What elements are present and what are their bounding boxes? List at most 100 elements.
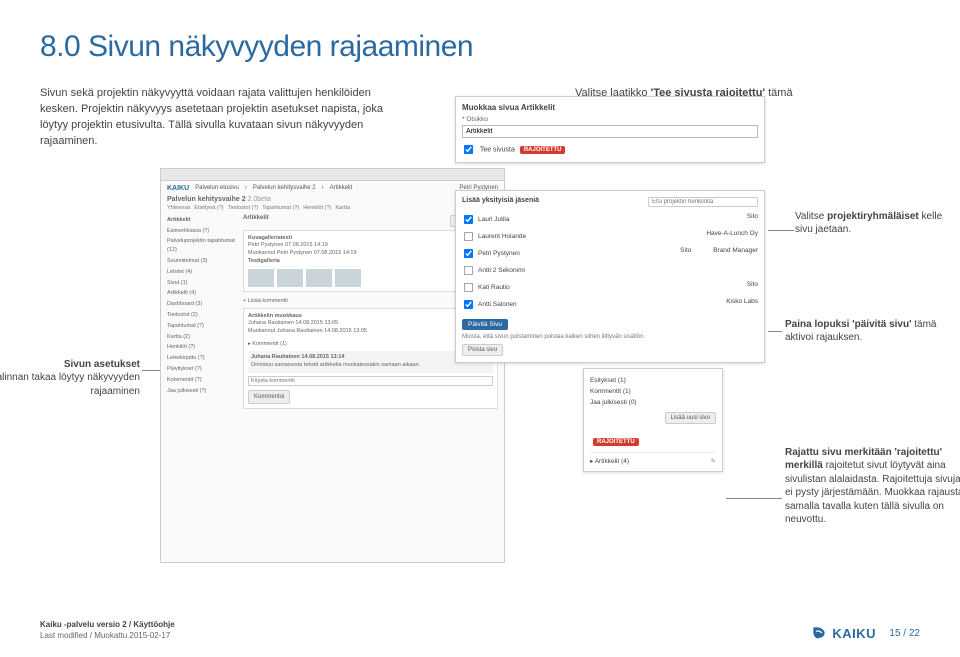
pages-list-row[interactable]: Kommentit (1) (590, 386, 716, 397)
footer-modified: Last modified / Muokattu 2015-02-17 (40, 631, 170, 640)
member-row[interactable]: Lauri JutilaSito (462, 211, 758, 228)
card-byline: Juhana Rautiainen 14.08.2015 13:05 (248, 320, 338, 326)
ann-text: Valitse (795, 211, 827, 222)
breadcrumb: Palvelun kehitysvaihe 2 (253, 185, 316, 192)
tab[interactable]: Kartta (335, 205, 350, 211)
card-modified: Muokannut Petri Pystynen 07.08.2015 14:1… (248, 250, 357, 256)
comment-text: Onnistuu samaisesta tekstit artikkelia m… (251, 362, 420, 368)
sidebar-item[interactable]: Palveluprojektin tapahtumat (12) (167, 236, 237, 256)
member-row[interactable]: Kati Rautio Sito (462, 279, 758, 296)
annotation-restricted: Rajattu sivu merkitään 'rajoitettu' merk… (785, 446, 960, 527)
footer-left: Kaiku -palvelu versio 2 / Käyttöohje Las… (40, 619, 175, 641)
project-version: 2.0beta (248, 196, 271, 203)
member-row[interactable]: Laurent Holande Have-A-Lunch Oy (462, 228, 758, 245)
edit-icon[interactable]: ✎ (711, 457, 716, 465)
card-subtitle: Testigalleria (248, 258, 280, 264)
sidebar-item[interactable]: Kartta (2) (167, 332, 237, 343)
member-extra: Brand Manager (713, 247, 758, 254)
content-heading: Artikkelit (243, 215, 269, 227)
tab[interactable]: Henkilöt (?) (303, 205, 331, 211)
member-search-input[interactable] (648, 197, 758, 207)
footer-product: Kaiku -palvelu versio 2 / Käyttöohje (40, 620, 175, 629)
main-screenshot: KAIKU Palvelun etusivu › Palvelun kehity… (160, 168, 505, 563)
member-name: Kati Rautio (478, 284, 510, 291)
comment-author: Juhana Rautiainen 14.08.2015 13:14 (251, 354, 345, 360)
sidebar-item[interactable]: Henkilöt (?) (167, 342, 237, 353)
sidebar-item[interactable]: Jaa julkisesti (?) (167, 386, 237, 397)
members-heading: Lisää yksityisiä jäseniä (462, 197, 539, 207)
leader-line (726, 498, 782, 499)
kaiku-logo: KAIKU (810, 624, 876, 642)
intro-paragraph: Sivun sekä projektin näkyvyyttä voidaan … (40, 86, 390, 150)
card-title: Artikkelin muokkaus (248, 313, 302, 319)
member-checkbox[interactable] (464, 249, 473, 258)
kaiku-logo-icon (810, 624, 828, 642)
pages-list-row[interactable]: Jaa julkisesti (0) (590, 397, 716, 408)
sidebar-item[interactable]: Sivut (1) (167, 278, 237, 289)
update-page-button[interactable]: Päivitä Sivu (462, 319, 508, 330)
member-row[interactable]: Antti 2 Sekonimi (462, 262, 758, 279)
member-name: Petri Pystynen (478, 250, 520, 257)
restricted-badge: RAJOITETTU (593, 438, 639, 446)
tab[interactable]: Etsittynä (?) (194, 205, 223, 211)
member-row[interactable]: Petri PystynenSito Brand Manager (462, 245, 758, 262)
tab[interactable]: Yhteensä (167, 205, 190, 211)
row-label: Esitykset (1) (590, 377, 626, 384)
add-new-page-button[interactable]: Lisää uusi sivu (665, 412, 716, 424)
row-label: Kommentit (1) (590, 388, 631, 395)
ann-bold: projektiryhmäläiset (827, 211, 919, 222)
card-byline: Petri Pystynen 07.08.2015 14:19 (248, 242, 328, 248)
project-title: Palvelun kehitysvaihe 2 (167, 196, 246, 203)
sidebar-item[interactable]: Leikekirjattu (?) (167, 353, 237, 364)
overlay-title: Muokkaa sivua Artikkelit (462, 103, 758, 112)
restricted-page-label: Artikkelit (4) (595, 458, 629, 465)
ann-text: valinnan takaa löytyy näkyvyyden rajaami… (0, 372, 140, 397)
sidebar-item[interactable]: Tiedostot (2) (167, 310, 237, 321)
sidebar: Artikkelit Esimerkkiasia (?) Palveluproj… (167, 215, 237, 415)
edit-page-overlay: Muokkaa sivua Artikkelit * Otsikko Tee s… (455, 96, 765, 163)
sidebar-item[interactable]: Lehdet (4) (167, 267, 237, 278)
card-title: Kuvagalleriatesti (248, 235, 292, 241)
sidebar-item[interactable]: Suunnitelmat (3) (167, 256, 237, 267)
annotation-left: Sivun asetukset valinnan takaa löytyy nä… (0, 358, 140, 399)
restrict-checkbox[interactable] (464, 145, 473, 154)
kaiku-logo-text: KAIKU (832, 626, 876, 641)
member-role: Have-A-Lunch Oy (706, 230, 758, 243)
sidebar-item[interactable]: Päivitykset (?) (167, 364, 237, 375)
member-checkbox[interactable] (464, 215, 473, 224)
tab[interactable]: Tapahtumat (?) (262, 205, 299, 211)
comments-toggle[interactable]: Kommentit (1) (252, 341, 287, 347)
member-row[interactable]: Antti SalonenKisko Labs (462, 296, 758, 313)
title-input[interactable] (462, 125, 758, 138)
row-label: Jaa julkisesti (0) (590, 399, 637, 406)
leader-line (768, 230, 794, 231)
sidebar-item[interactable]: Esimerkkiasia (?) (167, 226, 237, 237)
member-name: Lauri Jutila (478, 216, 509, 223)
delete-page-button[interactable]: Poista sivu (462, 344, 503, 356)
pages-list-row[interactable]: Esitykset (1) (590, 375, 716, 386)
member-name: Antti 2 Sekonimi (478, 267, 525, 274)
sidebar-item[interactable]: Tapahtumat (?) (167, 321, 237, 332)
restricted-badge: RAJOITETTU (520, 146, 566, 154)
sidebar-item[interactable]: Kommentit (?) (167, 375, 237, 386)
sidebar-item[interactable]: Dashboard (3) (167, 299, 237, 310)
page-heading: 8.0 Sivun näkyvyyden rajaaminen (40, 30, 920, 64)
browser-chrome (161, 169, 504, 181)
page-number: 15 / 22 (889, 628, 920, 639)
comment-input[interactable] (248, 376, 493, 386)
kaiku-mini-logo: KAIKU (167, 185, 189, 192)
sidebar-item[interactable]: Artikkelit (4) (167, 288, 237, 299)
tab[interactable]: Tiedostot (?) (228, 205, 259, 211)
member-checkbox[interactable] (464, 232, 473, 241)
breadcrumb: Artikkelit (330, 185, 353, 192)
member-role: Sito (747, 281, 758, 294)
ann-bold: Paina lopuksi 'päivitä sivu' (785, 319, 911, 330)
member-checkbox[interactable] (464, 283, 473, 292)
member-name: Laurent Holande (478, 233, 526, 240)
member-role: Kisko Labs (726, 298, 758, 311)
member-checkbox[interactable] (464, 300, 473, 309)
ann-bold: Sivun asetukset (64, 359, 140, 370)
delete-warning: Muista, että sivun poistaminen poistaa k… (462, 334, 758, 340)
send-comment-button[interactable]: Kommentoi (248, 390, 290, 404)
member-checkbox[interactable] (464, 266, 473, 275)
